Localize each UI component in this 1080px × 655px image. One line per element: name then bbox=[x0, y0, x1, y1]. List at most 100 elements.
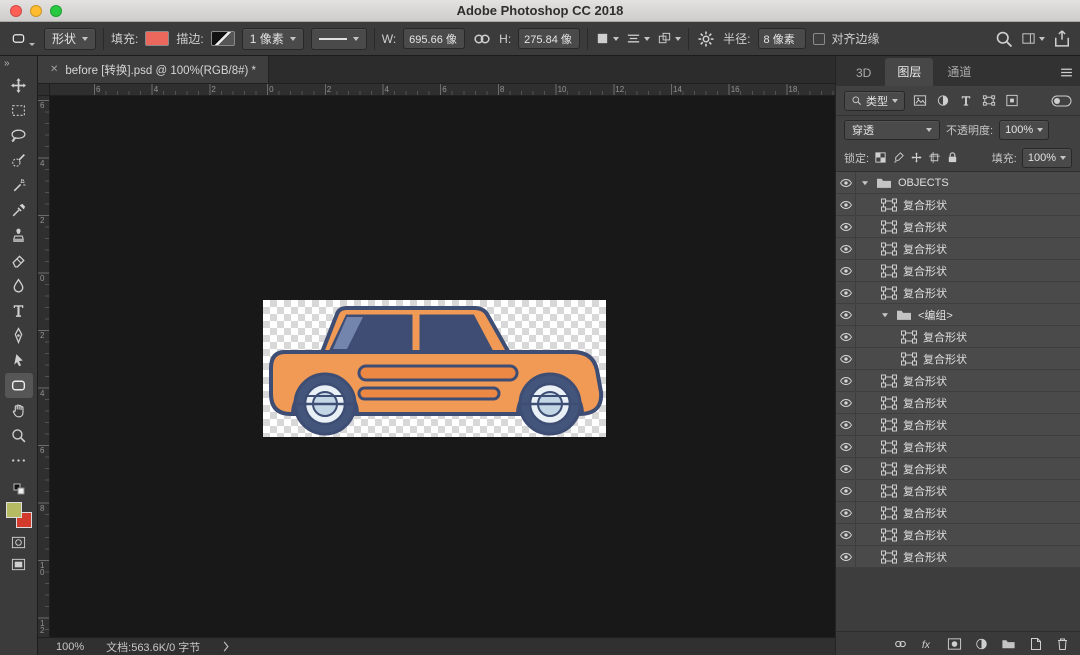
layer-row[interactable]: 复合形状 bbox=[836, 370, 1080, 392]
edit-toolbar[interactable] bbox=[5, 448, 33, 473]
layer-style-icon[interactable]: fx bbox=[920, 637, 935, 651]
filter-type-select[interactable]: 类型 bbox=[844, 91, 905, 111]
layer-visibility-toggle[interactable] bbox=[836, 304, 856, 325]
layer-row[interactable]: 复合形状 bbox=[836, 238, 1080, 260]
filter-smart-objects-icon[interactable] bbox=[1004, 93, 1020, 108]
zoom-tool[interactable] bbox=[5, 423, 33, 448]
lock-transparency-icon[interactable] bbox=[874, 151, 887, 164]
marquee-tool[interactable] bbox=[5, 98, 33, 123]
layer-row[interactable]: 复合形状 bbox=[836, 436, 1080, 458]
foreground-color-swatch[interactable] bbox=[6, 502, 22, 518]
layer-row[interactable]: 复合形状 bbox=[836, 326, 1080, 348]
pen-tool[interactable] bbox=[5, 323, 33, 348]
layer-row[interactable]: 复合形状 bbox=[836, 524, 1080, 546]
layer-visibility-toggle[interactable] bbox=[836, 260, 856, 281]
layer-visibility-toggle[interactable] bbox=[836, 348, 856, 369]
path-alignment-button[interactable] bbox=[626, 31, 650, 46]
move-tool[interactable] bbox=[5, 73, 33, 98]
workspace-switcher[interactable] bbox=[1021, 31, 1045, 46]
layer-group-row[interactable]: <编组> bbox=[836, 304, 1080, 326]
group-expand-chevron-icon[interactable] bbox=[880, 310, 890, 320]
close-tab-icon[interactable]: ✕ bbox=[50, 64, 58, 75]
lasso-tool[interactable] bbox=[5, 123, 33, 148]
clone-stamp-tool[interactable] bbox=[5, 223, 33, 248]
filter-type-layers-icon[interactable] bbox=[958, 93, 974, 108]
tool-preset-picker[interactable] bbox=[8, 29, 37, 48]
layer-row[interactable]: 复合形状 bbox=[836, 282, 1080, 304]
layer-visibility-toggle[interactable] bbox=[836, 524, 856, 545]
layer-row[interactable]: 复合形状 bbox=[836, 260, 1080, 282]
layer-visibility-toggle[interactable] bbox=[836, 326, 856, 347]
stroke-swatch[interactable] bbox=[211, 31, 235, 46]
close-window-button[interactable] bbox=[10, 5, 22, 17]
stroke-type-select[interactable] bbox=[311, 28, 367, 50]
filter-pixel-layers-icon[interactable] bbox=[912, 93, 928, 108]
quick-mask-button[interactable] bbox=[11, 535, 26, 550]
new-group-icon[interactable] bbox=[1001, 637, 1016, 651]
layer-visibility-toggle[interactable] bbox=[836, 282, 856, 303]
layer-visibility-toggle[interactable] bbox=[836, 194, 856, 215]
fill-opacity-field[interactable]: 100% bbox=[1022, 148, 1072, 168]
path-selection-tool[interactable] bbox=[5, 348, 33, 373]
screen-mode-button[interactable] bbox=[11, 557, 26, 572]
layer-row[interactable]: 复合形状 bbox=[836, 546, 1080, 568]
document-tab[interactable]: ✕ before [转换].psd @ 100%(RGB/8#) * bbox=[38, 56, 269, 83]
quick-selection-tool[interactable] bbox=[5, 148, 33, 173]
add-layer-mask-icon[interactable] bbox=[947, 637, 962, 651]
panel-tab-channels[interactable]: 通道 bbox=[935, 58, 983, 86]
shape-height-field[interactable]: 275.84 像 bbox=[518, 28, 580, 49]
layer-visibility-toggle[interactable] bbox=[836, 172, 856, 193]
panel-tab-layers[interactable]: 图层 bbox=[885, 58, 933, 86]
path-operations-button[interactable] bbox=[595, 31, 619, 46]
blur-tool[interactable] bbox=[5, 273, 33, 298]
lock-artboard-icon[interactable] bbox=[928, 151, 941, 164]
new-layer-icon[interactable] bbox=[1028, 637, 1043, 651]
opacity-field[interactable]: 100% bbox=[999, 120, 1049, 140]
layer-row[interactable]: 复合形状 bbox=[836, 216, 1080, 238]
shape-width-field[interactable]: 695.66 像 bbox=[403, 28, 465, 49]
fullscreen-window-button[interactable] bbox=[50, 5, 62, 17]
zoom-level-field[interactable]: 100% bbox=[56, 641, 84, 653]
toolbar-collapse-button[interactable]: » bbox=[0, 56, 37, 73]
hand-tool[interactable] bbox=[5, 398, 33, 423]
lock-position-icon[interactable] bbox=[910, 151, 923, 164]
layer-visibility-toggle[interactable] bbox=[836, 216, 856, 237]
lock-all-icon[interactable] bbox=[946, 151, 959, 164]
layer-visibility-toggle[interactable] bbox=[836, 370, 856, 391]
horizontal-ruler[interactable]: 642024681012141618 bbox=[50, 84, 835, 96]
layer-visibility-toggle[interactable] bbox=[836, 238, 856, 259]
layer-row[interactable]: 复合形状 bbox=[836, 392, 1080, 414]
layer-row[interactable]: 复合形状 bbox=[836, 458, 1080, 480]
filter-shape-layers-icon[interactable] bbox=[981, 93, 997, 108]
gear-icon[interactable] bbox=[696, 29, 716, 49]
align-edges-checkbox[interactable] bbox=[813, 33, 825, 45]
filter-toggle-icon[interactable] bbox=[1051, 95, 1072, 107]
layer-visibility-toggle[interactable] bbox=[836, 502, 856, 523]
panel-menu-icon[interactable] bbox=[1059, 65, 1074, 80]
minimize-window-button[interactable] bbox=[30, 5, 42, 17]
canvas[interactable] bbox=[50, 96, 835, 637]
ruler-origin-corner[interactable] bbox=[38, 84, 50, 96]
share-icon[interactable] bbox=[1052, 29, 1072, 49]
magic-wand-tool[interactable] bbox=[5, 173, 33, 198]
panel-tab-3d[interactable]: 3D bbox=[844, 61, 883, 86]
status-options-chevron-icon[interactable] bbox=[222, 641, 230, 652]
stroke-width-select[interactable]: 1 像素 bbox=[242, 28, 304, 50]
default-colors-icon[interactable] bbox=[13, 483, 25, 495]
type-tool[interactable] bbox=[5, 298, 33, 323]
radius-field[interactable]: 8 像素 bbox=[758, 28, 806, 49]
rounded-rectangle-tool[interactable] bbox=[5, 373, 33, 398]
delete-layer-icon[interactable] bbox=[1055, 637, 1070, 651]
layer-visibility-toggle[interactable] bbox=[836, 480, 856, 501]
layer-visibility-toggle[interactable] bbox=[836, 458, 856, 479]
link-dimensions-icon[interactable] bbox=[472, 29, 492, 49]
layer-visibility-toggle[interactable] bbox=[836, 546, 856, 567]
lock-pixels-icon[interactable] bbox=[892, 151, 905, 164]
fill-swatch[interactable] bbox=[145, 31, 169, 46]
layer-visibility-toggle[interactable] bbox=[836, 392, 856, 413]
layer-row[interactable]: 复合形状 bbox=[836, 414, 1080, 436]
tool-mode-select[interactable]: 形状 bbox=[44, 28, 96, 50]
layer-row[interactable]: 复合形状 bbox=[836, 480, 1080, 502]
layer-group-row[interactable]: OBJECTS bbox=[836, 172, 1080, 194]
group-expand-chevron-icon[interactable] bbox=[860, 178, 870, 188]
